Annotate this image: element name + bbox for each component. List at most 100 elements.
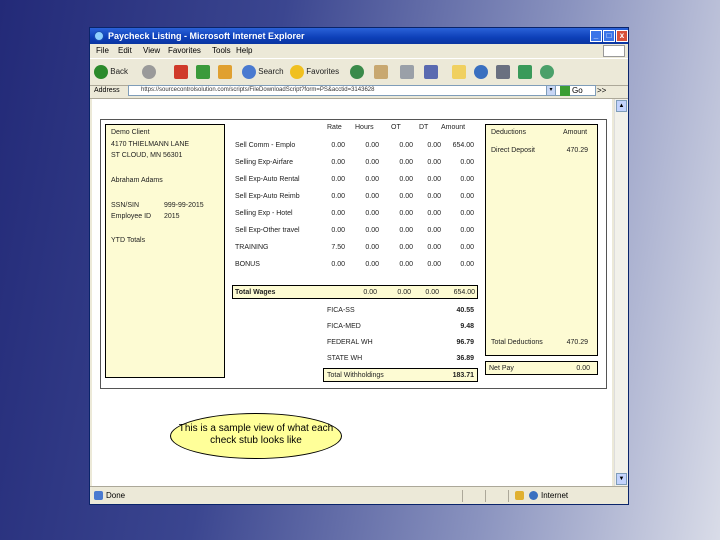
messenger-button[interactable] (474, 63, 488, 81)
links-button[interactable]: >> (597, 84, 606, 98)
menu-file[interactable]: File (96, 44, 109, 58)
earning-dt: 0.00 (427, 159, 441, 166)
print-button[interactable] (400, 63, 414, 81)
history-icon (350, 64, 364, 79)
tools-button[interactable] (518, 63, 532, 81)
earning-hours: 0.00 (365, 176, 379, 183)
go-arrow-icon (560, 85, 570, 96)
earning-dt: 0.00 (427, 244, 441, 251)
scroll-up-icon[interactable]: ▲ (616, 100, 627, 112)
forward-button[interactable] (142, 63, 156, 81)
earning-amount: 0.00 (460, 176, 474, 183)
menu-view[interactable]: View (143, 44, 160, 58)
address-bar: Address https://sourcecontrolsolution.co… (90, 84, 628, 99)
total-wages-label: Total Wages (235, 289, 276, 296)
history-button[interactable] (350, 63, 364, 81)
earning-amount: 0.00 (460, 227, 474, 234)
back-button[interactable]: Back (94, 63, 128, 81)
chevron-down-icon[interactable]: ▾ (546, 85, 556, 96)
withholding-amount: 96.79 (456, 339, 474, 346)
research-button[interactable] (496, 63, 510, 81)
total-withholdings-row: Total Withholdings 183.71 (323, 368, 478, 382)
earning-ot: 0.00 (399, 193, 413, 200)
scroll-down-icon[interactable]: ▼ (616, 473, 627, 485)
earning-dt: 0.00 (427, 210, 441, 217)
vertical-scrollbar[interactable]: ▲ ▼ (614, 99, 628, 486)
menu-favorites[interactable]: Favorites (168, 44, 201, 58)
total-withholdings-label: Total Withholdings (327, 372, 384, 379)
status-divider (485, 490, 486, 502)
employee-id-value: 2015 (164, 213, 180, 220)
edit-button[interactable] (424, 63, 438, 81)
net-pay-amount: 0.00 (576, 365, 590, 372)
tools-icon (518, 64, 532, 79)
search-icon (242, 64, 256, 79)
menu-edit[interactable]: Edit (118, 44, 132, 58)
minimize-button[interactable]: _ (590, 30, 602, 42)
earning-ot: 0.00 (399, 261, 413, 268)
withholding-name: FEDERAL WH (327, 339, 373, 346)
menu-bar: File Edit View Favorites Tools Help (90, 44, 628, 58)
discuss-button[interactable] (540, 63, 554, 81)
earning-dt: 0.00 (427, 227, 441, 234)
maximize-button[interactable]: □ (603, 30, 615, 42)
earning-amount: 0.00 (460, 159, 474, 166)
earning-ot: 0.00 (399, 227, 413, 234)
earning-hours: 0.00 (365, 210, 379, 217)
page-icon (94, 491, 103, 500)
total-wages-amount: 654.00 (453, 289, 475, 296)
earning-ot: 0.00 (399, 159, 413, 166)
close-button[interactable]: x (616, 30, 628, 42)
deduction-name: Direct Deposit (491, 147, 535, 154)
earning-ot: 0.00 (399, 210, 413, 217)
address-line-2: ST CLOUD, MN 56301 (111, 152, 183, 159)
hours-header: Hours (355, 124, 374, 131)
page-content: Demo Client 4170 THIELMANN LANE ST CLOUD… (92, 99, 612, 486)
withholding-name: FICA-SS (327, 307, 355, 314)
total-wages-dt: 0.00 (425, 289, 439, 296)
deductions-header: Deductions (491, 129, 527, 136)
menu-help[interactable]: Help (236, 44, 252, 58)
home-button[interactable] (218, 63, 232, 81)
menu-tools[interactable]: Tools (212, 44, 231, 58)
earning-name: Selling Exp - Hotel (235, 210, 293, 217)
earning-name: Sell Exp-Auto Reimb (235, 193, 300, 200)
stop-button[interactable] (174, 63, 188, 81)
favorites-button[interactable]: Favorites (290, 63, 339, 81)
earning-amount: 0.00 (460, 193, 474, 200)
mail-button[interactable] (374, 63, 388, 81)
print-icon (400, 64, 414, 79)
earning-amount: 654.00 (452, 142, 474, 149)
check-stub: Demo Client 4170 THIELMANN LANE ST CLOUD… (100, 119, 607, 389)
earning-hours: 0.00 (365, 142, 379, 149)
folder-button[interactable] (452, 63, 466, 81)
status-divider (508, 490, 509, 502)
total-wages-ot: 0.00 (397, 289, 411, 296)
window-title: Paycheck Listing - Microsoft Internet Ex… (108, 31, 305, 41)
research-icon (496, 64, 510, 79)
back-arrow-icon (94, 64, 108, 79)
refresh-button[interactable] (196, 63, 210, 81)
windows-logo-icon (603, 45, 625, 57)
address-input[interactable]: https://sourcecontrolsolution.com/script… (128, 85, 596, 96)
stop-icon (174, 64, 188, 79)
earning-dt: 0.00 (427, 142, 441, 149)
earning-rate: 0.00 (331, 261, 345, 268)
earning-amount: 0.00 (460, 261, 474, 268)
go-button[interactable]: Go (560, 84, 583, 98)
earning-rate: 7.50 (331, 244, 345, 251)
total-deductions-amount: 470.29 (566, 339, 588, 346)
earning-name: TRAINING (235, 244, 269, 251)
ssn-value: 999-99-2015 (164, 202, 204, 209)
ie-icon (94, 31, 104, 41)
forward-arrow-icon (142, 64, 156, 79)
earning-ot: 0.00 (399, 176, 413, 183)
total-withholdings-amount: 183.71 (452, 372, 474, 379)
withholding-amount: 36.89 (456, 355, 474, 362)
total-wages-hours: 0.00 (363, 289, 377, 296)
title-bar[interactable]: Paycheck Listing - Microsoft Internet Ex… (90, 28, 628, 44)
total-wages-row: Total Wages 0.00 0.00 0.00 654.00 (232, 285, 478, 299)
toolbar: Back Search Favorites (90, 58, 628, 86)
company-name: Demo Client (111, 129, 150, 136)
search-button[interactable]: Search (242, 63, 284, 81)
